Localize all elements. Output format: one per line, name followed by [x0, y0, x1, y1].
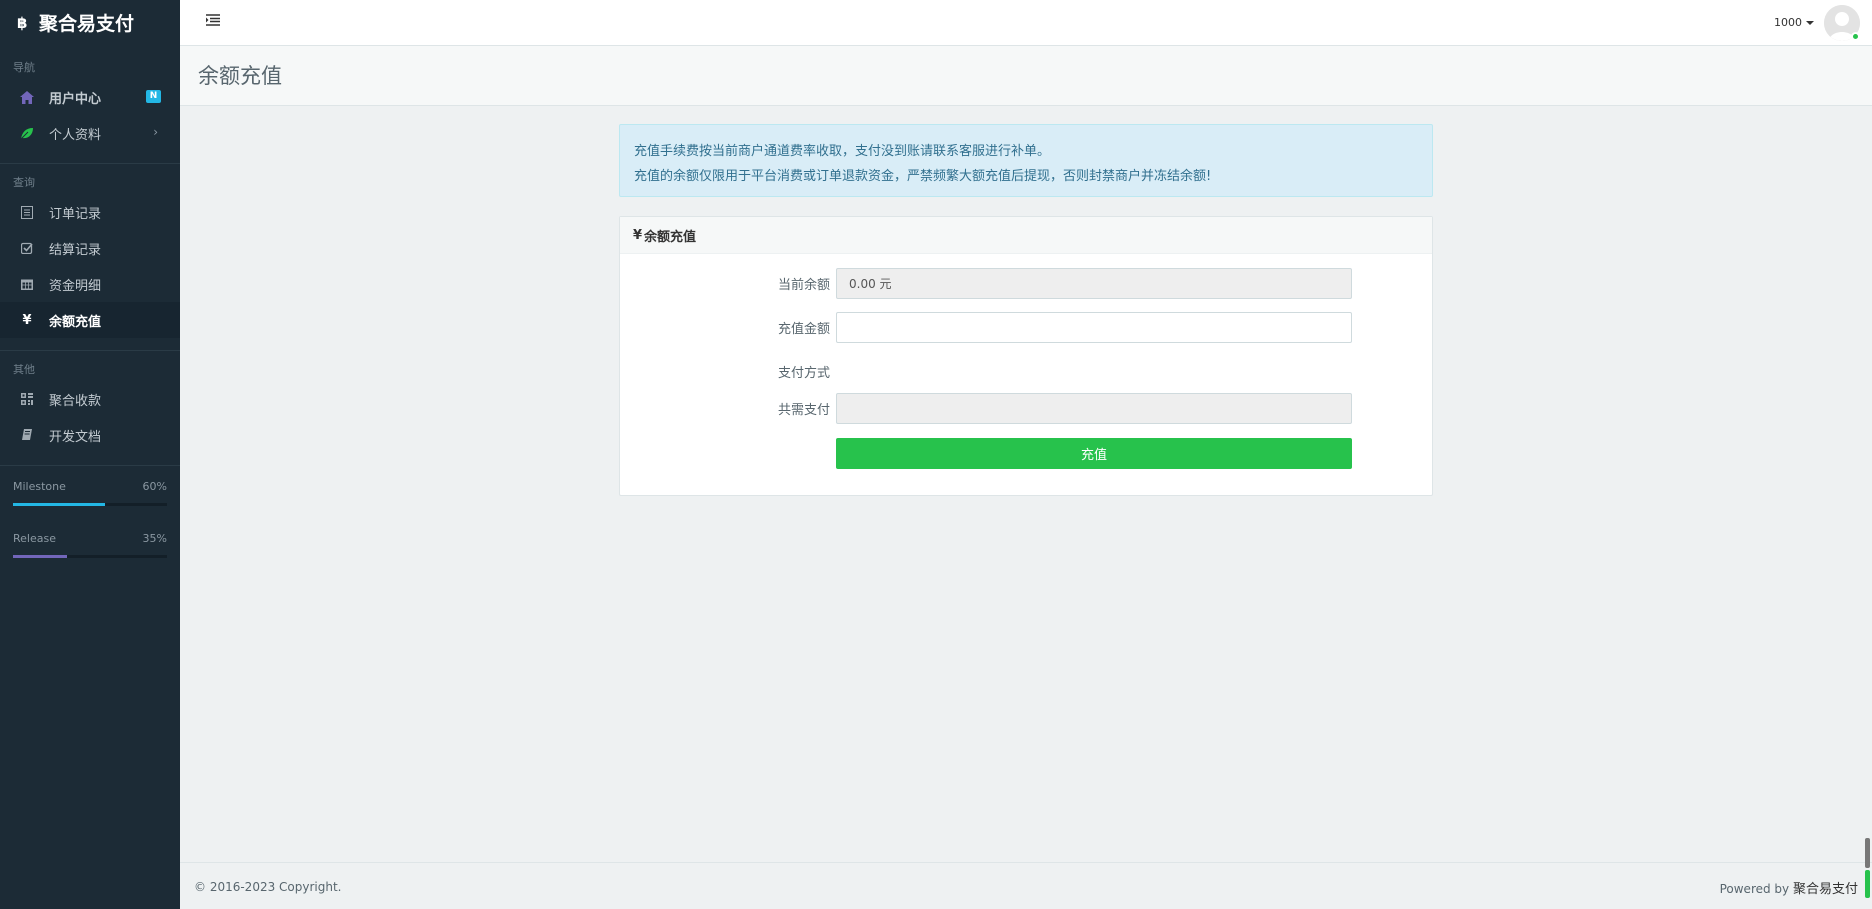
user-id-label: 1000 — [1774, 16, 1802, 29]
progress-label: Milestone — [13, 480, 66, 493]
sidebar-item-profile[interactable]: 个人资料 › — [0, 115, 180, 151]
scroll-status — [1865, 870, 1870, 898]
footer: © 2016-2023 Copyright. Powered by 聚合易支付 — [180, 862, 1872, 909]
progress-bar — [13, 503, 167, 506]
recharge-amount-input[interactable] — [836, 312, 1352, 343]
page-title: 余额充值 — [198, 64, 282, 88]
progress-value: 60% — [142, 480, 167, 493]
sidebar-item-label: 个人资料 — [49, 127, 102, 143]
recharge-panel: ¥ 余额充值 当前余额 0.00 元 充值金额 支付方式 共需支付 充值 — [619, 216, 1433, 496]
user-dropdown[interactable]: 1000 — [1774, 16, 1814, 29]
recharge-amount-label: 充值金额 — [777, 322, 830, 337]
sidebar-divider — [0, 163, 180, 164]
current-balance-field: 0.00 元 — [836, 268, 1352, 299]
sidebar-item-docs[interactable]: 开发文档 — [0, 417, 180, 453]
yen-icon: ¥ — [633, 227, 643, 243]
brand-name: 聚合易支付 — [39, 13, 135, 35]
nav-heading-navigation: 导航 — [13, 61, 35, 74]
progress-label: Release — [13, 532, 56, 545]
alert-line: 充值手续费按当前商户通道费率收取，支付没到账请联系客服进行补单。 — [634, 144, 1051, 159]
total-pay-field — [836, 393, 1352, 424]
total-pay-label: 共需支付 — [777, 403, 830, 418]
bitcoin-icon: ฿ — [17, 14, 33, 31]
new-badge: N — [146, 90, 161, 103]
sidebar-item-funds[interactable]: 资金明细 — [0, 266, 180, 302]
sidebar-item-label: 资金明细 — [49, 278, 102, 294]
powered-by: Powered by 聚合易支付 — [1720, 878, 1858, 897]
nav-heading-other: 其他 — [13, 363, 35, 376]
powered-brand: 聚合易支付 — [1792, 882, 1858, 897]
menu-toggle-icon[interactable] — [206, 14, 220, 28]
sidebar-item-user-center[interactable]: 用户中心 N — [0, 79, 180, 115]
progress-release: Release 35% — [0, 532, 180, 558]
sidebar-item-label: 余额充值 — [49, 314, 102, 330]
panel-title: 余额充值 — [644, 229, 697, 245]
calendar-icon — [20, 277, 34, 291]
progress-fill — [13, 555, 67, 558]
sidebar-item-label: 聚合收款 — [49, 393, 102, 409]
list-icon — [20, 205, 34, 219]
sidebar-item-orders[interactable]: 订单记录 — [0, 194, 180, 230]
page-title-bar: 余额充值 — [180, 46, 1872, 106]
book-icon — [20, 428, 34, 442]
info-alert: 充值手续费按当前商户通道费率收取，支付没到账请联系客服进行补单。 充值的余额仅限… — [619, 124, 1433, 197]
sidebar-item-label: 开发文档 — [49, 429, 102, 445]
current-balance-label: 当前余额 — [777, 278, 830, 293]
leaf-icon — [20, 126, 34, 140]
sidebar-item-aggregate[interactable]: 聚合收款 — [0, 381, 180, 417]
sidebar-item-settlement[interactable]: 结算记录 — [0, 230, 180, 266]
scroll-indicator[interactable] — [1865, 838, 1870, 898]
qrcode-icon — [20, 392, 34, 406]
copyright-text: © 2016-2023 Copyright. — [194, 880, 342, 894]
check-square-icon — [20, 241, 34, 255]
home-icon — [20, 90, 34, 104]
progress-fill — [13, 503, 106, 506]
alert-line: 充值的余额仅限用于平台消费或订单退款资金，严禁频繁大额充值后提现，否则封禁商户并… — [634, 169, 1212, 184]
pay-method-label: 支付方式 — [777, 366, 830, 381]
yen-icon: ¥ — [22, 312, 32, 328]
sidebar-divider — [0, 465, 180, 466]
online-status-indicator — [1851, 32, 1860, 41]
scroll-thumb — [1865, 838, 1870, 868]
sidebar-item-label: 结算记录 — [49, 242, 102, 258]
sidebar: ฿ 聚合易支付 导航 用户中心 N 个人资料 › 查询 订单记录 结算记录 资金… — [0, 0, 180, 909]
progress-milestone: Milestone 60% — [0, 480, 180, 506]
chevron-right-icon: › — [153, 125, 158, 139]
panel-heading: ¥ 余额充值 — [620, 217, 1432, 254]
progress-bar — [13, 555, 167, 558]
top-header: 1000 — [180, 0, 1872, 46]
progress-value: 35% — [142, 532, 167, 545]
svg-text:฿: ฿ — [17, 14, 27, 31]
sidebar-divider — [0, 350, 180, 351]
caret-down-icon — [1806, 20, 1814, 25]
brand-logo[interactable]: ฿ 聚合易支付 — [0, 0, 180, 45]
nav-heading-query: 查询 — [13, 176, 35, 189]
sidebar-item-label: 用户中心 — [49, 91, 102, 107]
powered-prefix: Powered by — [1719, 882, 1790, 896]
sidebar-item-label: 订单记录 — [49, 206, 102, 222]
sidebar-item-recharge[interactable]: ¥ 余额充值 — [0, 302, 180, 338]
recharge-submit-button[interactable]: 充值 — [836, 438, 1352, 469]
